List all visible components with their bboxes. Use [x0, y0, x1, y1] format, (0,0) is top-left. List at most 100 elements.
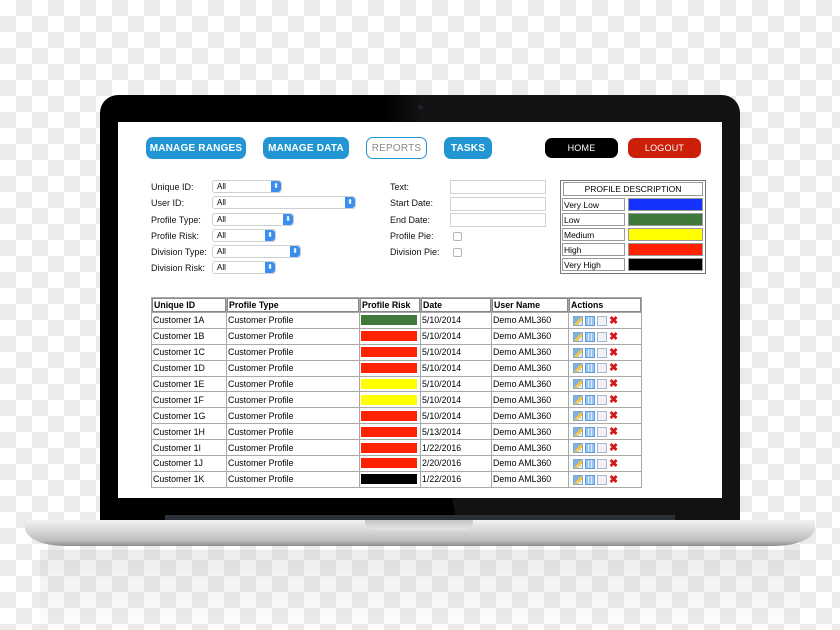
document-icon[interactable]: [597, 315, 607, 326]
grid-view-icon[interactable]: [585, 315, 595, 326]
grid-view-icon[interactable]: [585, 347, 595, 358]
column-header-date[interactable]: Date: [421, 298, 491, 312]
grid-view-icon[interactable]: [585, 331, 595, 342]
table-row[interactable]: Customer 1H Customer Profile 5/13/2014 Demo…: [152, 424, 641, 440]
select-arrows-icon: ⬍: [265, 230, 275, 241]
grid-view-icon[interactable]: [585, 363, 595, 374]
unique-id-select[interactable]: All ⬍: [212, 180, 282, 193]
end-date-input[interactable]: [450, 213, 546, 227]
table-row[interactable]: Customer 1J Customer Profile 2/20/2016 Demo…: [152, 456, 641, 471]
document-icon[interactable]: [597, 474, 607, 485]
delete-icon[interactable]: ✖: [609, 363, 618, 374]
grid-view-icon[interactable]: [585, 427, 595, 438]
column-header-profile-type[interactable]: Profile Type: [227, 298, 359, 312]
grid-view-icon[interactable]: [585, 474, 595, 485]
edit-icon[interactable]: [573, 458, 583, 469]
division-pie-checkbox[interactable]: [453, 248, 462, 257]
profile-type-cell: Customer Profile: [227, 392, 359, 408]
start-date-input[interactable]: [450, 197, 546, 211]
user-id-select[interactable]: All ⬍: [212, 196, 356, 209]
delete-icon[interactable]: ✖: [609, 347, 618, 358]
edit-icon[interactable]: [573, 315, 583, 326]
table-row[interactable]: Customer 1E Customer Profile 5/10/2014 Demo…: [152, 376, 641, 392]
profile-pie-checkbox[interactable]: [453, 232, 462, 241]
column-header-unique-id[interactable]: Unique ID: [152, 298, 226, 312]
profile-risk-cell: [360, 440, 420, 456]
laptop-notch: [365, 520, 473, 530]
document-icon[interactable]: [597, 411, 607, 422]
grid-view-icon[interactable]: [585, 411, 595, 422]
legend-label: Very Low: [562, 198, 625, 211]
document-icon[interactable]: [597, 363, 607, 374]
user-name-cell: Demo AML360: [492, 471, 568, 487]
edit-icon[interactable]: [573, 411, 583, 422]
delete-icon[interactable]: ✖: [609, 315, 618, 326]
profile-type-select[interactable]: All ⬍: [212, 213, 294, 226]
edit-icon[interactable]: [573, 379, 583, 390]
grid-view-icon[interactable]: [585, 458, 595, 469]
actions-cell: ✖: [569, 360, 641, 376]
profile-risk-select[interactable]: All ⬍: [212, 229, 276, 242]
column-header-profile-risk[interactable]: Profile Risk: [360, 298, 420, 312]
table-row[interactable]: Customer 1G Customer Profile 5/10/2014 Demo…: [152, 408, 641, 424]
delete-icon[interactable]: ✖: [609, 395, 618, 406]
grid-view-icon[interactable]: [585, 442, 595, 453]
table-row[interactable]: Customer 1F Customer Profile 5/10/2014 Demo…: [152, 392, 641, 408]
delete-icon[interactable]: ✖: [609, 474, 618, 485]
logout-button[interactable]: LOGOUT: [628, 138, 701, 158]
unique-id-cell: Customer 1H: [152, 424, 226, 440]
user-name-cell: Demo AML360: [492, 328, 568, 344]
column-header-user-name[interactable]: User Name: [492, 298, 568, 312]
edit-icon[interactable]: [573, 427, 583, 438]
manage-ranges-button[interactable]: MANAGE RANGES: [146, 137, 246, 159]
profile-pie-label: Profile Pie:: [390, 231, 434, 241]
document-icon[interactable]: [597, 395, 607, 406]
home-button[interactable]: HOME: [545, 138, 618, 158]
legend-label: High: [562, 243, 625, 256]
edit-icon[interactable]: [573, 474, 583, 485]
document-icon[interactable]: [597, 347, 607, 358]
delete-icon[interactable]: ✖: [609, 458, 618, 469]
division-type-label: Division Type:: [151, 247, 207, 257]
delete-icon[interactable]: ✖: [609, 411, 618, 422]
table-row[interactable]: Customer 1I Customer Profile 1/22/2016 Demo…: [152, 440, 641, 456]
delete-icon[interactable]: ✖: [609, 331, 618, 342]
document-icon[interactable]: [597, 458, 607, 469]
risk-color-bar: [361, 458, 417, 469]
profile-type-cell: Customer Profile: [227, 344, 359, 360]
delete-icon[interactable]: ✖: [609, 427, 618, 438]
manage-data-button[interactable]: MANAGE DATA: [263, 137, 349, 159]
select-arrows-icon: ⬍: [271, 181, 281, 192]
document-icon[interactable]: [597, 442, 607, 453]
unique-id-label: Unique ID:: [151, 182, 194, 192]
risk-color-bar: [361, 442, 417, 453]
actions-cell: ✖: [569, 344, 641, 360]
text-input[interactable]: [450, 180, 546, 194]
division-risk-select[interactable]: All ⬍: [212, 261, 276, 274]
profile-type-cell: Customer Profile: [227, 360, 359, 376]
delete-icon[interactable]: ✖: [609, 442, 618, 453]
document-icon[interactable]: [597, 331, 607, 342]
tasks-button[interactable]: TASKS: [444, 137, 492, 159]
document-icon[interactable]: [597, 379, 607, 390]
division-pie-label: Division Pie:: [390, 247, 440, 257]
table-row[interactable]: Customer 1D Customer Profile 5/10/2014 Demo…: [152, 360, 641, 376]
edit-icon[interactable]: [573, 395, 583, 406]
table-row[interactable]: Customer 1K Customer Profile 1/22/2016 Demo…: [152, 471, 641, 487]
table-row[interactable]: Customer 1C Customer Profile 5/10/2014 Demo…: [152, 344, 641, 360]
select-arrows-icon: ⬍: [345, 197, 355, 208]
unique-id-cell: Customer 1K: [152, 471, 226, 487]
grid-view-icon[interactable]: [585, 395, 595, 406]
edit-icon[interactable]: [573, 442, 583, 453]
grid-view-icon[interactable]: [585, 379, 595, 390]
delete-icon[interactable]: ✖: [609, 379, 618, 390]
edit-icon[interactable]: [573, 363, 583, 374]
edit-icon[interactable]: [573, 331, 583, 342]
table-row[interactable]: Customer 1A Customer Profile 5/10/2014 Demo…: [152, 313, 641, 328]
table-row[interactable]: Customer 1B Customer Profile 5/10/2014 Demo…: [152, 328, 641, 344]
document-icon[interactable]: [597, 427, 607, 438]
actions-cell: ✖: [569, 424, 641, 440]
edit-icon[interactable]: [573, 347, 583, 358]
division-type-select[interactable]: All ⬍: [212, 245, 301, 258]
reports-button[interactable]: REPORTS: [366, 137, 427, 159]
